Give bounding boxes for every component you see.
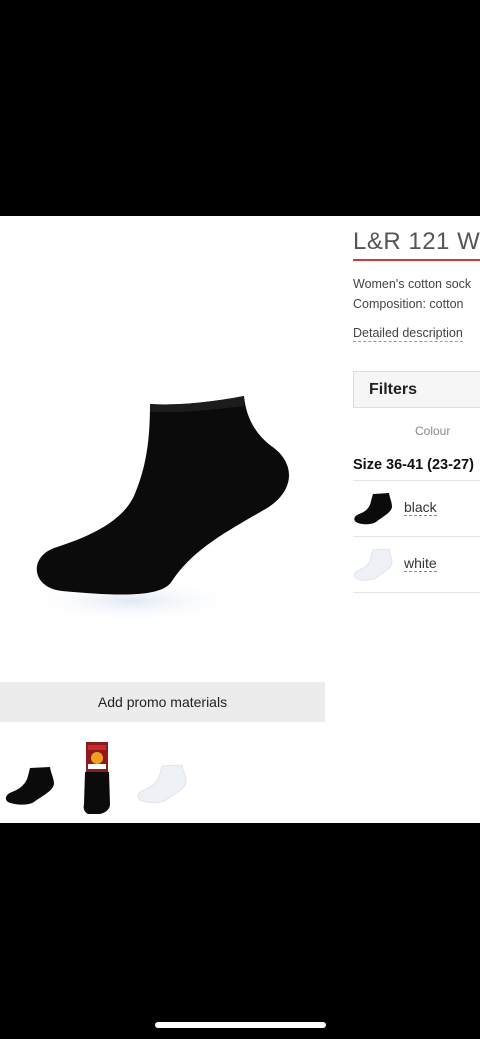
filters-title: Filters xyxy=(369,381,418,398)
title-underline xyxy=(353,259,480,261)
product-title: L&R 121 Wo xyxy=(353,228,480,255)
colour-option-label: white xyxy=(404,555,437,572)
thumbnail-strip xyxy=(0,742,325,817)
filters-header[interactable]: Filters xyxy=(353,371,480,408)
add-promo-materials-label: Add promo materials xyxy=(97,694,228,710)
product-composition-line: Composition: cotton xyxy=(353,297,464,311)
detailed-description-link[interactable]: Detailed description xyxy=(353,326,463,342)
colour-option-black[interactable]: black xyxy=(353,480,480,536)
white-sock-swatch xyxy=(353,548,393,581)
colour-option-white[interactable]: white xyxy=(353,536,480,593)
home-indicator[interactable] xyxy=(155,1022,326,1028)
size-label: Size 36-41 (23-27) xyxy=(353,457,474,473)
product-description-line: Women's cotton sock xyxy=(353,277,472,291)
black-sock-swatch xyxy=(354,493,392,525)
white-sock-thumbnail[interactable] xyxy=(136,762,188,804)
colour-column-label: Colour xyxy=(415,424,451,438)
colour-option-label: black xyxy=(404,499,437,516)
black-sock-thumbnail[interactable] xyxy=(4,764,56,806)
product-page: Add promo materials L&R 121 Wo Women's c… xyxy=(0,216,480,823)
product-main-image[interactable] xyxy=(22,376,302,636)
add-promo-materials-button[interactable]: Add promo materials xyxy=(0,682,325,722)
packaged-sock-thumbnail[interactable] xyxy=(80,742,114,814)
